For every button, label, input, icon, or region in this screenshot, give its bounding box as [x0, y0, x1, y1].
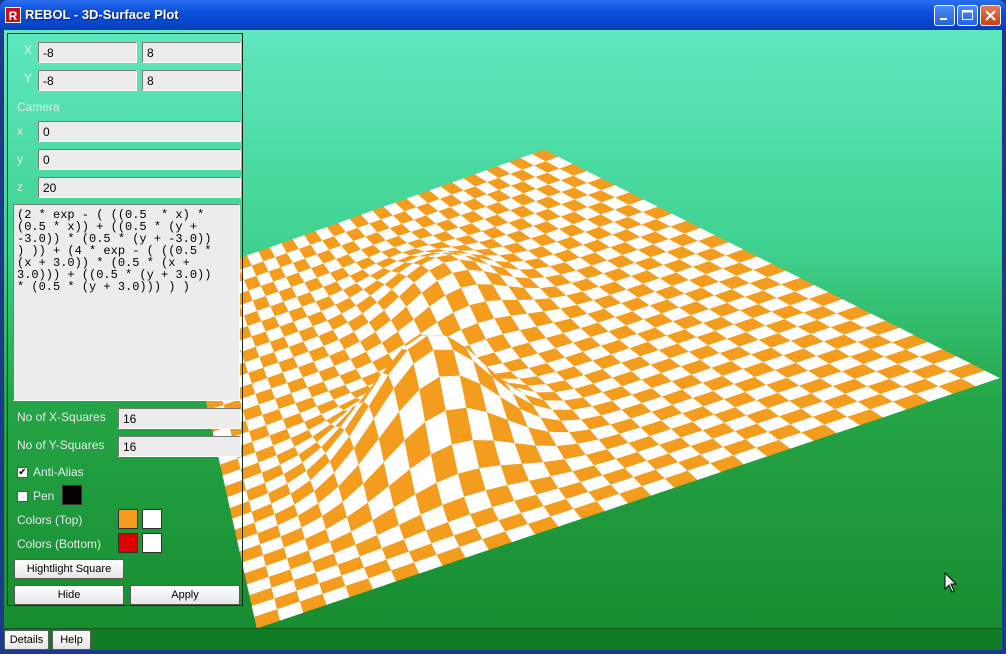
- x-squares-field[interactable]: 16: [118, 408, 241, 429]
- formula-textarea[interactable]: (2 * exp - ( ((0.5 * x) * (0.5 * x)) + (…: [13, 204, 240, 401]
- colors-bottom-swatch-1[interactable]: [118, 533, 138, 553]
- app-icon: R: [5, 7, 21, 23]
- y-squares-label: No of Y-Squares: [17, 438, 105, 452]
- bottom-bar: Details Help: [4, 628, 1002, 650]
- close-icon: [985, 10, 996, 21]
- app-client-area: X -8 8 Y -8 8 Camera x 0 y 0 z 20 (2 * e…: [4, 30, 1002, 650]
- close-button[interactable]: [980, 5, 1001, 26]
- cursor-icon: [944, 572, 958, 593]
- minimize-icon: [940, 18, 947, 20]
- camera-z-label: z: [17, 180, 23, 194]
- anti-alias-checkbox[interactable]: ✔: [17, 467, 28, 478]
- minimize-button[interactable]: [934, 5, 955, 26]
- colors-top-label: Colors (Top): [17, 513, 83, 527]
- title-bar[interactable]: R REBOL - 3D-Surface Plot: [0, 0, 1006, 30]
- highlight-square-button[interactable]: Hightlight Square: [14, 559, 124, 579]
- y-squares-field[interactable]: 16: [118, 436, 241, 457]
- window-title: REBOL - 3D-Surface Plot: [25, 7, 179, 22]
- pen-color-swatch[interactable]: [62, 485, 82, 505]
- camera-heading: Camera: [17, 100, 60, 114]
- camera-x-label: x: [17, 124, 23, 138]
- camera-z-field[interactable]: 20: [38, 177, 241, 198]
- y-min-field[interactable]: -8: [38, 70, 137, 91]
- maximize-button[interactable]: [957, 5, 978, 26]
- maximize-icon: [962, 10, 973, 20]
- y-max-field[interactable]: 8: [142, 70, 241, 91]
- x-max-field[interactable]: 8: [142, 42, 241, 63]
- x-squares-label: No of X-Squares: [17, 410, 106, 424]
- settings-panel: X -8 8 Y -8 8 Camera x 0 y 0 z 20 (2 * e…: [7, 33, 243, 606]
- details-button[interactable]: Details: [4, 630, 49, 650]
- colors-top-swatch-1[interactable]: [118, 509, 138, 529]
- hide-button[interactable]: Hide: [14, 585, 124, 605]
- x-range-label: X: [24, 43, 33, 57]
- pen-checkbox[interactable]: [17, 491, 28, 502]
- camera-y-field[interactable]: 0: [38, 149, 241, 170]
- colors-bottom-swatch-2[interactable]: [142, 533, 162, 553]
- camera-x-field[interactable]: 0: [38, 121, 241, 142]
- colors-top-swatch-2[interactable]: [142, 509, 162, 529]
- pen-label: Pen: [33, 489, 55, 503]
- x-min-field[interactable]: -8: [38, 42, 137, 63]
- anti-alias-label: Anti-Alias: [33, 465, 84, 479]
- camera-y-label: y: [17, 152, 23, 166]
- apply-button[interactable]: Apply: [130, 585, 240, 605]
- y-range-label: Y: [24, 71, 33, 85]
- help-button[interactable]: Help: [52, 630, 91, 650]
- colors-bottom-label: Colors (Bottom): [17, 537, 102, 551]
